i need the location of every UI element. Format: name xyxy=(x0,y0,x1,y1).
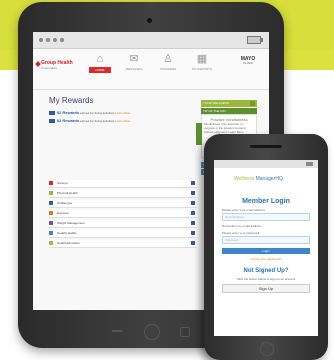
list-color-marker xyxy=(49,181,53,185)
list-color-marker xyxy=(49,241,53,245)
nav-messages[interactable]: ✉ MESSAGES xyxy=(123,53,145,71)
reward-icon xyxy=(49,119,55,124)
tablet-nav-bar: Group Health Cooperative ⌂ HOME ✉ MESSAG… xyxy=(33,49,269,90)
list-color-marker xyxy=(49,221,53,225)
password-field[interactable]: Password xyxy=(222,236,310,244)
wellness-panel-title: YOUR WELLNESS xyxy=(203,101,229,105)
list-item-label: Physical Health xyxy=(57,191,78,195)
expand-icon[interactable] xyxy=(191,201,195,205)
nav-home-label: HOME xyxy=(89,67,111,73)
signup-button[interactable]: Sign Up xyxy=(222,284,310,293)
mayo-clinic-logo[interactable]: MAYO CLINIC xyxy=(235,57,261,66)
remember-checkbox[interactable]: Remember my email address xyxy=(222,224,310,228)
logo-mark-icon xyxy=(35,61,41,67)
list-item[interactable]: Surveys xyxy=(49,180,197,188)
phone-screen: Wellness ManagerHQ Member Login Please e… xyxy=(214,160,318,336)
logo-brand: Wellness xyxy=(234,176,255,182)
expand-icon[interactable] xyxy=(250,101,255,106)
home-button[interactable] xyxy=(144,324,160,340)
phone-header: Wellness ManagerHQ xyxy=(214,168,318,192)
list-color-marker xyxy=(49,231,53,235)
tip-text: Mindfulness. Pay attention on purpose in… xyxy=(204,122,247,134)
phone-device: Wellness ManagerHQ Member Login Please e… xyxy=(204,134,328,360)
battery-icon xyxy=(306,162,313,166)
list-item-label: Challenges xyxy=(57,201,73,205)
signup-note: Click the button below to sign up an acc… xyxy=(236,277,296,281)
email-field[interactable]: Email Address xyxy=(222,213,310,221)
list-item-label: Healthy Habits xyxy=(57,231,77,235)
wellness-panel-header: YOUR WELLNESS xyxy=(201,100,257,107)
logo-sub: Cooperative xyxy=(41,66,58,70)
activity-list: Surveys Physical Health Challenges Exerc… xyxy=(49,180,197,250)
reward-amount: $2 Rewards xyxy=(56,110,80,115)
signal-icon xyxy=(39,38,64,42)
logo[interactable]: Group Health Cooperative xyxy=(35,61,73,71)
login-button[interactable]: Login xyxy=(222,248,310,254)
nav-home[interactable]: ⌂ HOME xyxy=(89,53,111,73)
tablet-status-bar xyxy=(33,32,269,49)
wellness-logo: Wellness ManagerHQ xyxy=(234,176,283,182)
reports-icon: ▦ xyxy=(196,53,208,65)
list-item[interactable]: Healthy Habits xyxy=(49,230,197,238)
list-item-label: Surveys xyxy=(57,181,68,185)
reward-line: $2 Rewards earned for doing activities L… xyxy=(49,118,130,124)
expand-icon[interactable] xyxy=(191,211,195,215)
reward-note: earned for doing activities xyxy=(79,119,115,123)
reward-icon xyxy=(49,111,55,116)
email-label: Please enter your email address xyxy=(222,208,266,212)
tablet-camera xyxy=(147,18,152,23)
list-item-label: Health Education xyxy=(57,241,80,245)
nav-reports-label: MY REPORTS xyxy=(192,67,212,71)
rewards-title: My Rewards xyxy=(49,96,94,105)
list-color-marker xyxy=(49,211,53,215)
list-item[interactable]: Challenges xyxy=(49,200,197,208)
learn-more-link[interactable]: Learn More xyxy=(115,119,130,123)
list-item[interactable]: Physical Health xyxy=(49,190,197,198)
vertical-tab[interactable] xyxy=(196,123,202,145)
expand-icon[interactable] xyxy=(191,221,195,225)
nav-trackers-label: TRACKERS xyxy=(159,67,177,71)
menu-button[interactable] xyxy=(180,327,190,337)
expand-icon[interactable] xyxy=(191,191,195,195)
nav-messages-label: MESSAGES xyxy=(125,67,143,71)
trackers-icon: ♙ xyxy=(163,53,173,65)
learn-more-link[interactable]: Learn More xyxy=(115,111,130,115)
expand-icon[interactable] xyxy=(191,181,195,185)
login-form: Member Login Please enter your email add… xyxy=(222,198,310,293)
signup-title: Not Signed Up? xyxy=(243,268,289,274)
logo-suffix: ManagerHQ xyxy=(255,176,283,182)
reward-line: $2 Rewards earned for doing activities L… xyxy=(49,110,130,116)
list-item-label: Exercise xyxy=(57,211,69,215)
nav-reports[interactable]: ▦ MY REPORTS xyxy=(191,53,213,71)
list-color-marker xyxy=(49,191,53,195)
list-item[interactable]: Exercise xyxy=(49,210,197,218)
expand-icon[interactable] xyxy=(191,241,195,245)
phone-status-bar xyxy=(214,160,318,168)
password-label: Please enter your password xyxy=(222,231,260,235)
nav-trackers[interactable]: ♙ TRACKERS xyxy=(157,53,179,71)
battery-icon xyxy=(247,36,263,44)
list-item[interactable]: Health Education xyxy=(49,240,197,248)
messages-icon: ✉ xyxy=(129,53,139,65)
list-color-marker xyxy=(49,201,53,205)
home-button[interactable] xyxy=(260,342,274,356)
home-icon: ⌂ xyxy=(96,53,104,65)
reward-amount: $2 Rewards xyxy=(56,118,80,123)
login-title: Member Login xyxy=(242,198,290,205)
list-item[interactable]: Weight Management xyxy=(49,220,197,228)
forgot-password-link[interactable]: Forgot your password? xyxy=(222,257,310,261)
expand-icon[interactable] xyxy=(191,231,195,235)
back-button[interactable] xyxy=(112,330,122,332)
reward-note: earned for doing activities xyxy=(79,111,115,115)
list-item-label: Weight Management xyxy=(57,221,85,225)
mayo-sub: CLINIC xyxy=(243,61,253,65)
phone-speaker xyxy=(250,145,282,148)
